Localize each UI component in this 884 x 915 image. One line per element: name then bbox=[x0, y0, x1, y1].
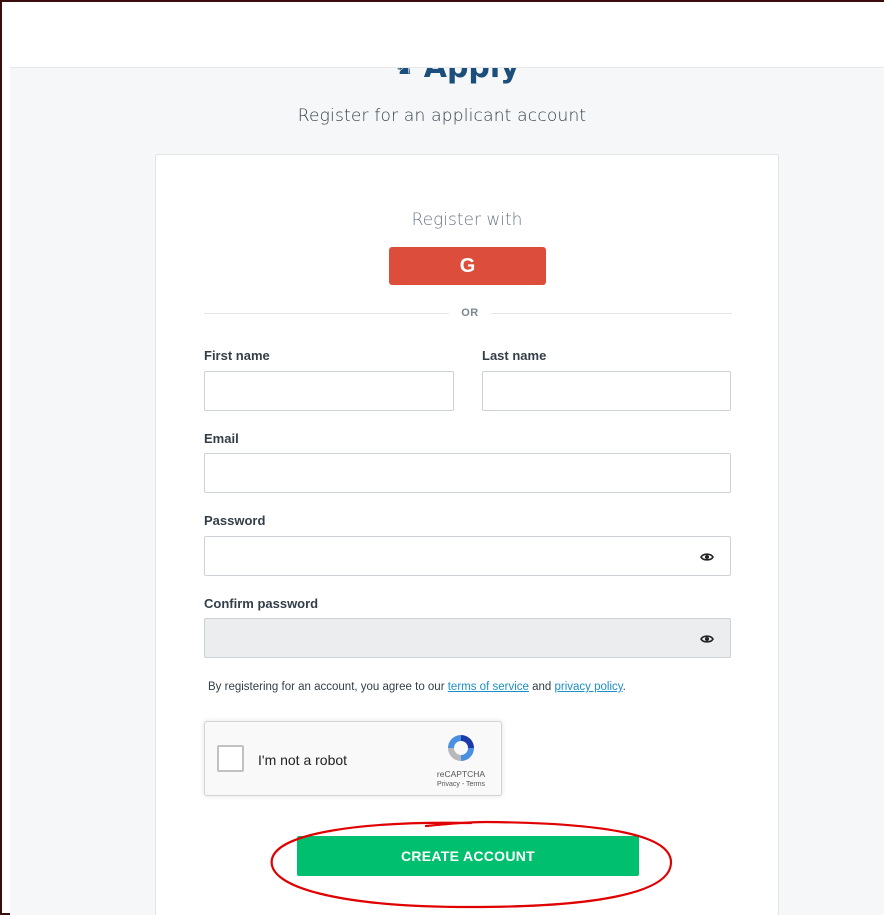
email-label: Email bbox=[204, 431, 239, 446]
recaptcha-logo-icon bbox=[448, 735, 474, 761]
first-name-label: First name bbox=[204, 348, 270, 363]
show-confirm-password-eye-icon[interactable] bbox=[700, 632, 714, 646]
privacy-policy-link[interactable]: privacy policy bbox=[554, 681, 622, 693]
email-input[interactable] bbox=[204, 453, 731, 493]
first-name-input[interactable] bbox=[204, 371, 454, 411]
show-password-eye-icon[interactable] bbox=[700, 550, 714, 564]
brand-name: Apply bbox=[424, 68, 520, 84]
recaptcha-privacy-terms[interactable]: Privacy - Terms bbox=[421, 781, 501, 788]
last-name-input[interactable] bbox=[482, 371, 731, 411]
register-with-heading: Register with bbox=[411, 210, 523, 230]
create-account-button[interactable]: CREATE ACCOUNT bbox=[297, 836, 639, 876]
page-subtitle: Register for an applicant account bbox=[297, 106, 587, 126]
brand-mark-icon: ♞ bbox=[394, 68, 414, 80]
or-separator: OR bbox=[461, 307, 479, 319]
terms-of-service-link[interactable]: terms of service bbox=[448, 681, 529, 693]
confirm-password-input[interactable] bbox=[204, 618, 731, 658]
recaptcha-brand: reCAPTCHA bbox=[436, 769, 486, 779]
confirm-password-label: Confirm password bbox=[204, 596, 319, 611]
google-signup-button[interactable]: G bbox=[389, 247, 546, 285]
terms-middle: and bbox=[528, 681, 555, 693]
last-name-label: Last name bbox=[482, 348, 547, 363]
brand-logo: ♞ Apply bbox=[380, 68, 540, 84]
recaptcha-checkbox[interactable] bbox=[217, 745, 244, 772]
recaptcha-widget: I'm not a robot reCAPTCHA Privacy - Term… bbox=[204, 721, 502, 796]
registration-card: Register with G OR First name Last name … bbox=[155, 154, 779, 915]
terms-suffix: . bbox=[622, 681, 626, 693]
terms-notice: By registering for an account, you agree… bbox=[208, 681, 626, 693]
password-input[interactable] bbox=[204, 536, 731, 576]
terms-prefix: By registering for an account, you agree… bbox=[208, 681, 448, 693]
google-icon: G bbox=[459, 254, 476, 277]
password-label: Password bbox=[204, 513, 266, 528]
top-bar bbox=[10, 2, 884, 68]
divider-left bbox=[204, 313, 449, 314]
divider-right bbox=[491, 313, 732, 314]
recaptcha-label: I'm not a robot bbox=[258, 752, 348, 768]
